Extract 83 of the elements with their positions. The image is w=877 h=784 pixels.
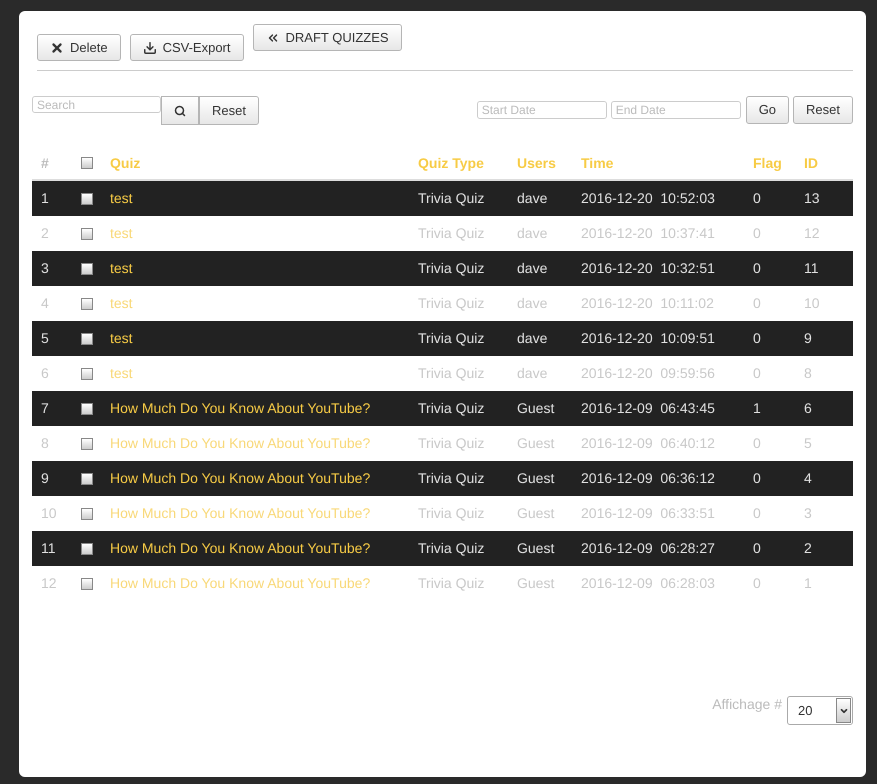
checkbox[interactable] (81, 438, 93, 450)
quiz-link[interactable]: test (110, 188, 133, 209)
checkbox[interactable] (81, 192, 93, 204)
column-header: Quiz (110, 154, 140, 173)
toolbar-button[interactable]: Delete (37, 34, 121, 61)
checkbox[interactable] (81, 508, 93, 520)
quiz-link[interactable]: How Much Do You Know About YouTube? (110, 468, 370, 489)
checkbox[interactable] (81, 402, 93, 414)
table-cell-text: 9 (804, 329, 812, 348)
table-cell-text: 2016-12-20 10:09:51 (581, 329, 715, 348)
table-cell-text: Trivia Quiz (418, 399, 484, 418)
column-header: # (41, 154, 49, 172)
table-cell-text: 3 (41, 259, 49, 278)
table-row[interactable]: 9 How Much Do You Know About YouTube? Trivia Quiz Guest 2016-12-09 06:36:12 0 4 (32, 461, 853, 496)
download-icon (142, 40, 157, 54)
table-cell-text: 2016-12-20 10:32:51 (581, 259, 715, 278)
table-row[interactable]: 1 test Trivia Quiz dave 2016-12-20 10:52:03 0 13 (32, 181, 853, 216)
table-row[interactable]: 11 How Much Do You Know About YouTube? Trivia Quiz Guest 2016-12-09 06:28:27 0 2 (32, 531, 853, 566)
table-cell-text: 13 (804, 189, 820, 208)
search-icon (174, 104, 186, 118)
table-cell-text: 0 (753, 189, 761, 208)
search-field[interactable]: Search (32, 96, 161, 113)
table-cell-text: 2016-12-09 06:43:45 (581, 399, 715, 418)
table-cell-text: 9 (41, 469, 49, 488)
table-cell-text: Trivia Quiz (418, 259, 484, 278)
table-cell-text: 0 (753, 329, 761, 348)
table-cell-text: Trivia Quiz (418, 539, 484, 558)
table-cell-text: 2016-12-20 10:52:03 (581, 189, 715, 208)
close-icon (50, 40, 64, 54)
table-cell-text: 2 (804, 539, 812, 558)
table-cell-text: dave (517, 259, 548, 278)
quiz-link[interactable]: test (110, 328, 133, 349)
column-header: Users (517, 154, 556, 172)
column-header: Quiz Type (418, 154, 484, 173)
table-cell-text: Guest (517, 539, 554, 558)
checkbox[interactable] (81, 368, 93, 380)
table-cell-text: 0 (753, 259, 761, 278)
table-cell-text: 5 (41, 329, 49, 348)
checkbox[interactable] (81, 542, 93, 554)
table-cell-text: 0 (753, 469, 761, 488)
checkbox[interactable] (81, 228, 93, 240)
go-button[interactable]: Go (746, 96, 790, 124)
quiz-link[interactable]: How Much Do You Know About YouTube? (110, 398, 370, 419)
checkbox[interactable] (81, 157, 93, 169)
table-cell-text: 1 (41, 189, 49, 208)
quiz-link[interactable]: How Much Do You Know About YouTube? (110, 538, 370, 559)
table-cell-text: 2016-12-09 06:28:27 (581, 539, 715, 558)
checkbox[interactable] (81, 262, 93, 274)
table-row[interactable]: 3 test Trivia Quiz dave 2016-12-20 10:32:51 0 11 (32, 251, 853, 286)
table-cell-text: 6 (804, 399, 812, 418)
reset-button[interactable]: Reset (199, 96, 259, 125)
checkbox[interactable] (81, 578, 93, 590)
table-cell-text: 4 (804, 469, 812, 488)
page-size-select[interactable]: 20 (787, 696, 853, 725)
table-cell-text: 1 (753, 399, 761, 418)
toolbar-button[interactable]: DRAFT QUIZZES (252, 24, 402, 51)
table-cell-text: 0 (753, 539, 761, 558)
column-header: Time (581, 154, 614, 172)
table-row[interactable]: 7 How Much Do You Know About YouTube? Trivia Quiz Guest 2016-12-09 06:43:45 1 6 (32, 391, 853, 426)
table-cell-text: 2016-12-09 06:36:12 (581, 469, 715, 488)
start-date-field[interactable]: Start Date (476, 101, 607, 119)
column-header: Flag (753, 154, 782, 173)
table-cell-text: Trivia Quiz (418, 329, 484, 348)
checkbox[interactable] (81, 298, 93, 310)
search-button[interactable] (161, 96, 199, 125)
table-cell-text: Guest (517, 469, 554, 488)
table-cell-text: 11 (804, 259, 819, 278)
reset-button[interactable]: Reset (793, 96, 853, 124)
table-cell-text: 7 (41, 399, 49, 418)
table-cell-text: dave (517, 189, 548, 208)
end-date-field[interactable]: End Date (610, 101, 741, 119)
table-cell-text: Trivia Quiz (418, 469, 484, 488)
column-header: ID (804, 154, 818, 172)
page-size-label: Affichage # (712, 695, 782, 714)
table-cell-text: dave (517, 329, 548, 348)
quiz-link[interactable]: test (110, 258, 133, 279)
toolbar-button[interactable]: CSV-Export (130, 34, 244, 61)
checkbox[interactable] (81, 332, 93, 344)
checkbox[interactable] (81, 472, 93, 484)
table-row[interactable]: 5 test Trivia Quiz dave 2016-12-20 10:09:51 0 9 (32, 321, 853, 356)
table-cell-text: Guest (517, 399, 554, 418)
table-cell-text: 11 (41, 539, 56, 558)
table-cell-text: Trivia Quiz (418, 189, 484, 208)
